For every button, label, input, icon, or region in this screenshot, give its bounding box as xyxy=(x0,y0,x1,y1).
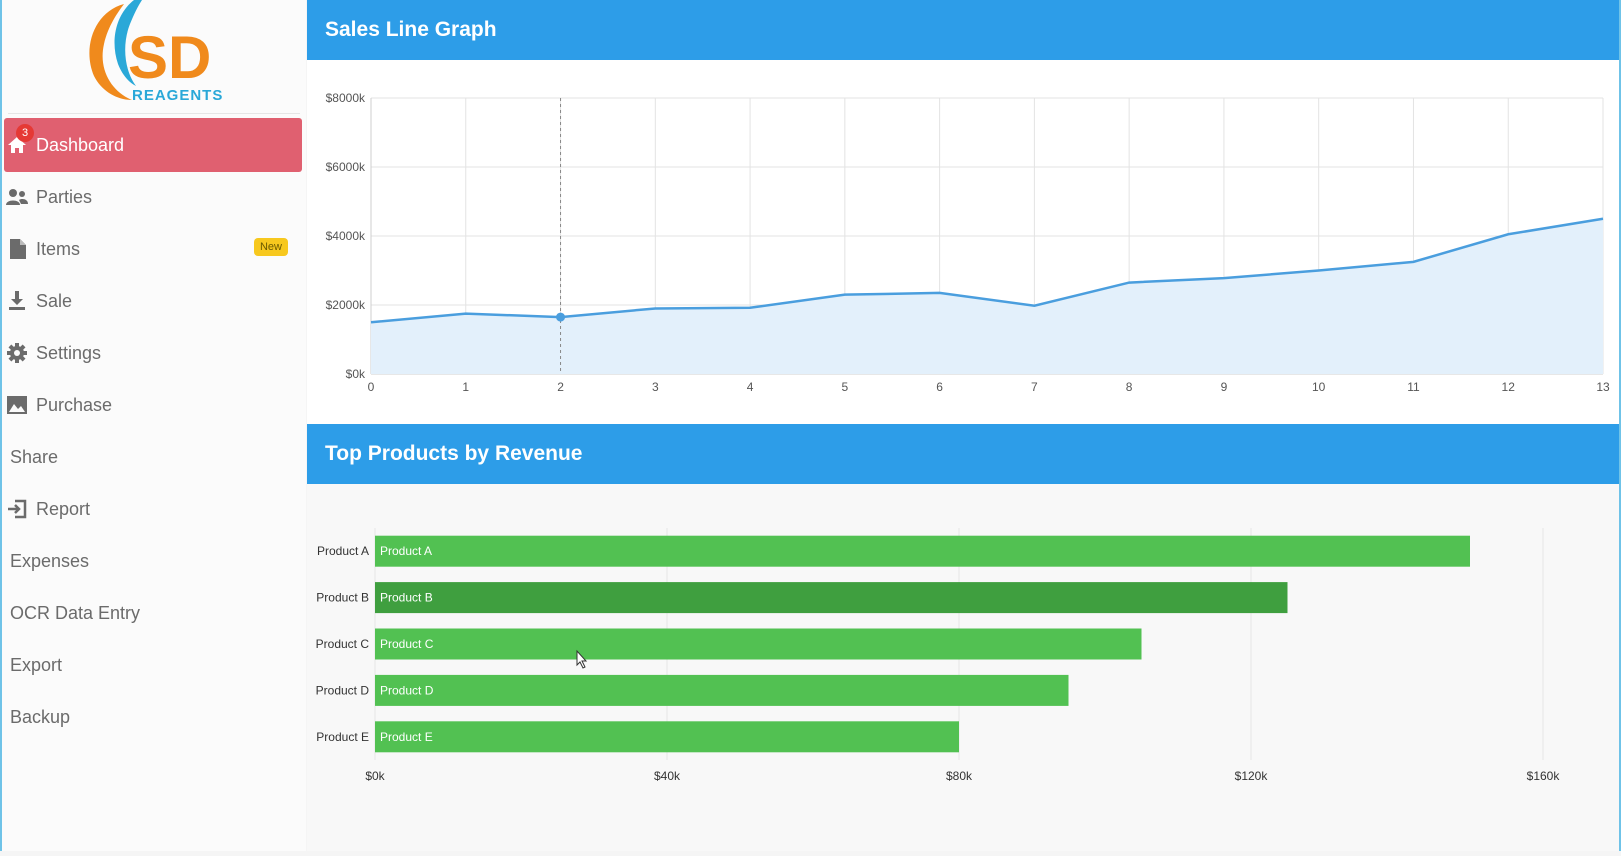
logo-divider xyxy=(8,113,300,114)
x-tick-label: 10 xyxy=(1312,380,1326,394)
sidebar: SD REAGENTS 3 Dashboard Parties Items Ne… xyxy=(0,0,306,851)
sidebar-item-purchase[interactable]: Purchase xyxy=(4,378,302,432)
x-tick-label: 3 xyxy=(652,380,659,394)
x-tick-label: 1 xyxy=(462,380,469,394)
sidebar-item-backup[interactable]: Backup xyxy=(4,690,302,744)
sales-line-chart: $0k$2000k$4000k$6000k$8000k0123456789101… xyxy=(307,60,1619,424)
image-icon xyxy=(6,394,28,416)
new-badge: New xyxy=(254,238,288,256)
sidebar-item-settings[interactable]: Settings xyxy=(4,326,302,380)
x-tick-label: $0k xyxy=(365,769,385,783)
sidebar-item-label: OCR Data Entry xyxy=(10,603,140,624)
x-tick-label: $120k xyxy=(1235,769,1269,783)
sign-in-icon xyxy=(6,498,28,520)
sales-line-graph-title: Sales Line Graph xyxy=(325,18,497,42)
file-icon xyxy=(6,238,28,260)
top-products-bar-chart: $0k $40k $80k $120k $160k Product A Product A P… xyxy=(307,484,1619,851)
y-tick-label: $2000k xyxy=(326,298,366,312)
data-point xyxy=(556,313,565,322)
category-label: Product E xyxy=(316,730,369,744)
x-tick-label: 13 xyxy=(1596,380,1610,394)
category-label: Product C xyxy=(316,637,370,651)
sales-line-graph-panel: $0k$2000k$4000k$6000k$8000k0123456789101… xyxy=(307,60,1619,424)
sales-area xyxy=(371,219,1603,374)
sidebar-item-label: Settings xyxy=(36,343,101,364)
sidebar-item-parties[interactable]: Parties xyxy=(4,170,302,224)
sidebar-item-label: Sale xyxy=(36,291,72,312)
category-label: Product B xyxy=(316,591,369,605)
users-icon xyxy=(6,186,28,208)
top-products-title: Top Products by Revenue xyxy=(325,442,583,466)
sidebar-item-dashboard[interactable]: 3 Dashboard xyxy=(4,118,302,172)
sidebar-item-label: Backup xyxy=(10,707,70,728)
x-tick-label: 6 xyxy=(936,380,943,394)
bar-label: Product C xyxy=(380,637,434,651)
sidebar-item-report[interactable]: Report xyxy=(4,482,302,536)
y-tick-label: $8000k xyxy=(326,91,366,105)
logo-subtext: REAGENTS xyxy=(132,87,223,104)
sidebar-item-share[interactable]: Share xyxy=(4,430,302,484)
sales-line-graph-header: Sales Line Graph xyxy=(307,0,1619,60)
x-tick-label: 5 xyxy=(842,380,849,394)
x-tick-label: 8 xyxy=(1126,380,1133,394)
bar xyxy=(375,629,1142,660)
sidebar-item-expenses[interactable]: Expenses xyxy=(4,534,302,588)
bar-label: Product A xyxy=(380,544,432,558)
sidebar-item-label: Export xyxy=(10,655,62,676)
x-tick-label: 7 xyxy=(1031,380,1038,394)
bar-label: Product E xyxy=(380,730,433,744)
top-products-header: Top Products by Revenue xyxy=(307,424,1619,484)
bar xyxy=(375,536,1470,567)
top-products-panel: $0k $40k $80k $120k $160k Product A Product A P… xyxy=(307,484,1619,851)
gear-icon xyxy=(6,342,28,364)
app-logo: SD REAGENTS xyxy=(72,0,232,108)
sidebar-item-sale[interactable]: Sale xyxy=(4,274,302,328)
sidebar-item-ocr-data-entry[interactable]: OCR Data Entry xyxy=(4,586,302,640)
x-tick-label: $80k xyxy=(946,769,973,783)
x-tick-label: 12 xyxy=(1502,380,1516,394)
x-tick-label: 9 xyxy=(1221,380,1228,394)
sidebar-item-label: Purchase xyxy=(36,395,112,416)
home-icon: 3 xyxy=(6,134,28,156)
sidebar-item-label: Parties xyxy=(36,187,92,208)
y-tick-label: $6000k xyxy=(326,160,366,174)
sidebar-item-export[interactable]: Export xyxy=(4,638,302,692)
bar-label: Product B xyxy=(380,591,433,605)
bar xyxy=(375,721,959,752)
category-label: Product D xyxy=(316,683,370,697)
category-label: Product A xyxy=(317,544,369,558)
sidebar-item-label: Dashboard xyxy=(36,135,124,156)
x-tick-label: 4 xyxy=(747,380,754,394)
sidebar-item-items[interactable]: Items New xyxy=(4,222,302,276)
x-tick-label: 2 xyxy=(557,380,564,394)
bar xyxy=(375,675,1069,706)
sidebar-item-label: Items xyxy=(36,239,80,260)
logo-text: SD xyxy=(128,24,211,91)
y-tick-label: $0k xyxy=(346,367,366,381)
bar-label: Product D xyxy=(380,683,434,697)
x-tick-label: $160k xyxy=(1527,769,1561,783)
y-tick-label: $4000k xyxy=(326,229,366,243)
sidebar-item-label: Share xyxy=(10,447,58,468)
sidebar-item-label: Expenses xyxy=(10,551,89,572)
x-tick-label: 0 xyxy=(368,380,375,394)
x-tick-label: $40k xyxy=(654,769,681,783)
notification-badge: 3 xyxy=(16,124,34,142)
sidebar-item-label: Report xyxy=(36,499,90,520)
x-tick-label: 11 xyxy=(1407,380,1420,394)
download-icon xyxy=(6,290,28,312)
bar xyxy=(375,582,1288,613)
